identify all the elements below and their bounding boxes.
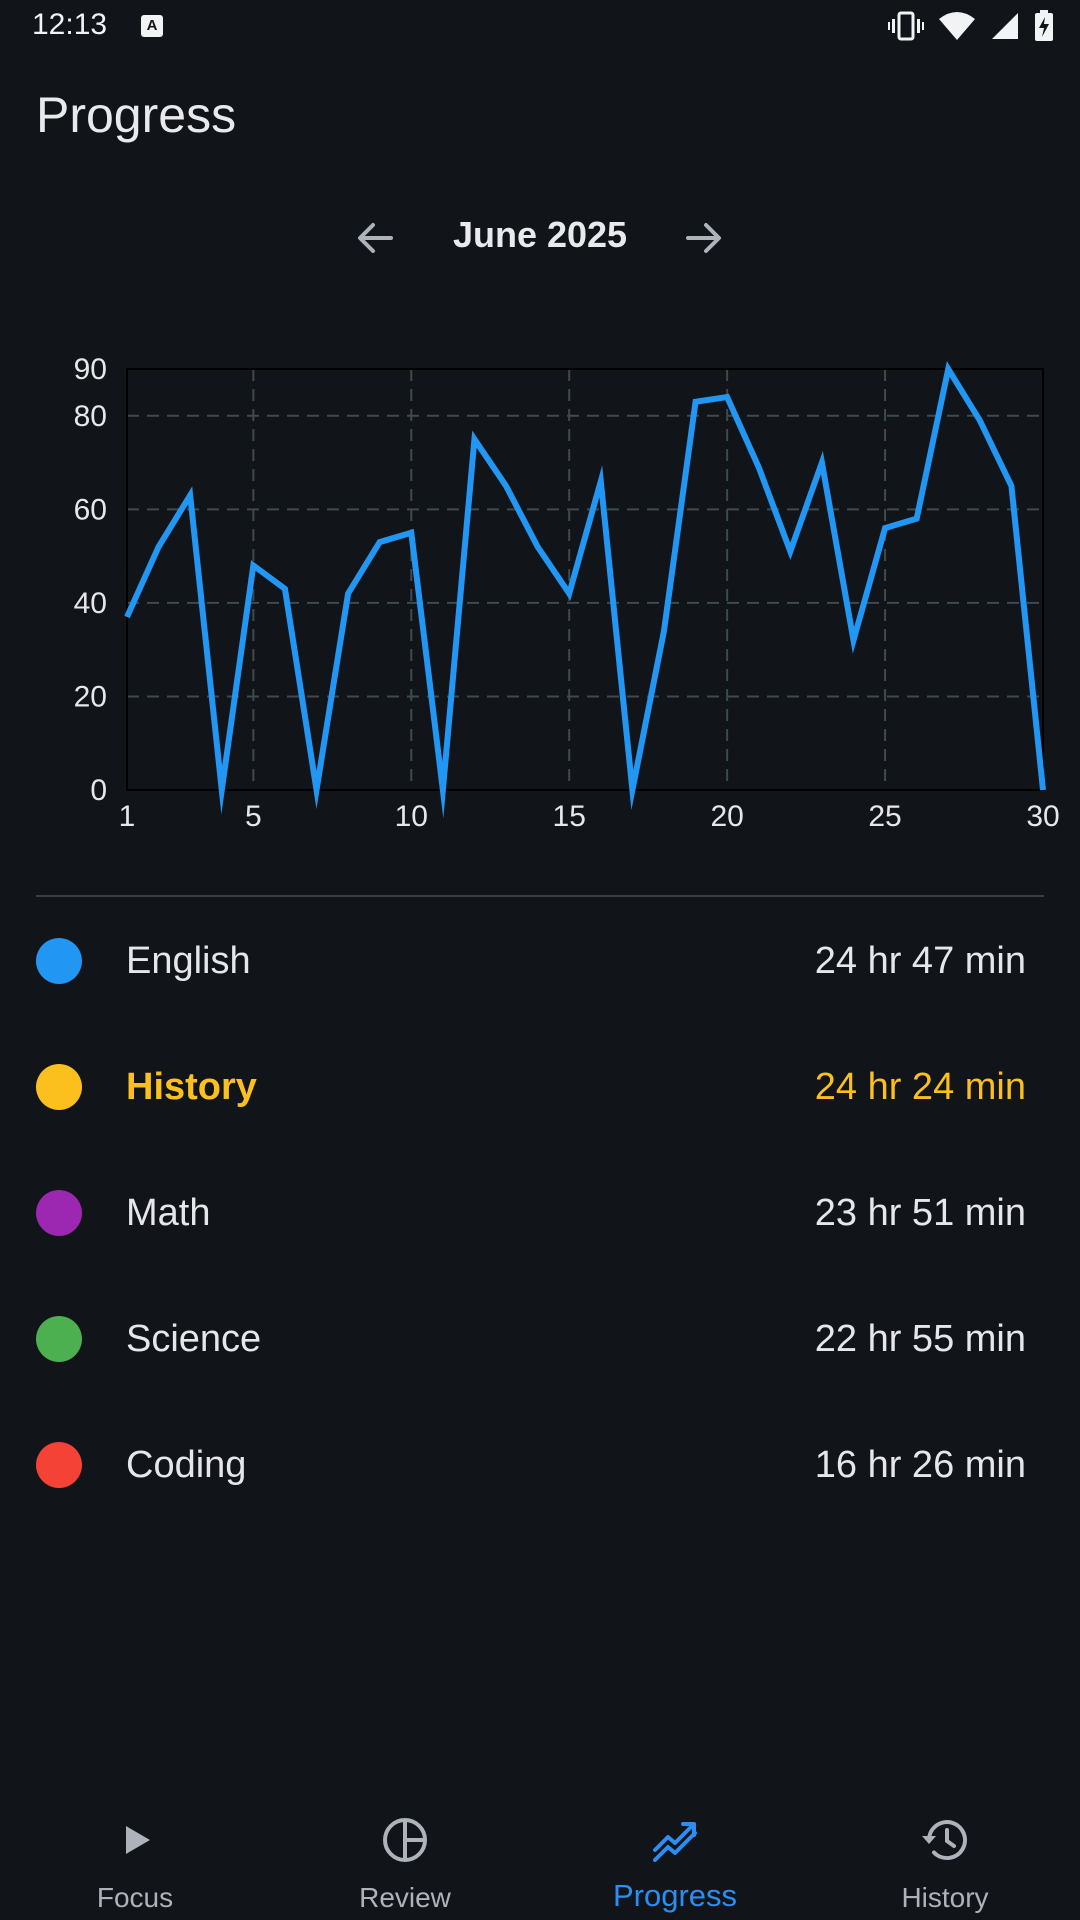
- subject-color-dot: [36, 1442, 82, 1488]
- subject-time: 23 hr 51 min: [814, 1192, 1026, 1234]
- x-tick-label: 5: [245, 800, 262, 833]
- subject-list: English 24 hr 47 min History 24 hr 24 mi…: [0, 898, 1080, 1528]
- month-navigator: June 2025: [0, 200, 1080, 270]
- divider: [36, 895, 1044, 897]
- x-tick-label: 30: [1026, 800, 1059, 833]
- nav-focus[interactable]: Focus: [0, 1780, 270, 1920]
- arrow-right-icon: [686, 223, 721, 253]
- bottom-navigation: Focus Review Progress History: [0, 1780, 1080, 1920]
- y-tick-label: 40: [74, 587, 107, 620]
- plot-frame: [126, 368, 1044, 791]
- vibrate-icon: [888, 11, 924, 41]
- signal-icon: [992, 13, 1018, 39]
- daily-progress-chart: 1 5 10 15 20 25 30 0 20 40 60 80 90: [0, 340, 1080, 840]
- play-icon: [126, 1826, 150, 1854]
- wifi-icon: [939, 12, 975, 40]
- x-tick-label: 1: [119, 800, 136, 833]
- subject-time: 24 hr 24 min: [814, 1066, 1026, 1108]
- subject-color-dot: [36, 1316, 82, 1362]
- nav-progress[interactable]: Progress: [540, 1780, 810, 1920]
- nav-history[interactable]: History: [810, 1780, 1080, 1920]
- y-tick-label: 20: [74, 680, 107, 713]
- x-tick-label: 10: [395, 800, 428, 833]
- subject-row-coding[interactable]: Coding 16 hr 26 min: [0, 1402, 1080, 1528]
- subject-name: History: [126, 1066, 257, 1108]
- x-tick-label: 25: [868, 800, 901, 833]
- history-icon: [922, 1820, 967, 1861]
- notification-icon: A: [141, 15, 163, 37]
- subject-row-science[interactable]: Science 22 hr 55 min: [0, 1276, 1080, 1402]
- x-tick-label: 20: [710, 800, 743, 833]
- status-icons: [888, 10, 1054, 42]
- subject-name: Math: [126, 1192, 211, 1234]
- subject-color-dot: [36, 1064, 82, 1110]
- subject-name: Science: [126, 1318, 262, 1360]
- subject-row-english[interactable]: English 24 hr 47 min: [0, 898, 1080, 1024]
- status-time: 12:13: [32, 8, 108, 41]
- x-tick-label: 15: [553, 800, 586, 833]
- subject-time: 22 hr 55 min: [814, 1318, 1026, 1360]
- y-tick-label: 0: [90, 774, 107, 807]
- series-line: [124, 361, 1046, 819]
- y-tick-label: 90: [74, 353, 107, 386]
- subject-color-dot: [36, 1190, 82, 1236]
- status-bar: 12:13 A: [0, 0, 1080, 56]
- battery-charging-icon: [1035, 10, 1053, 41]
- subject-time: 24 hr 47 min: [814, 940, 1026, 982]
- previous-month-button[interactable]: [345, 208, 405, 268]
- subject-time: 16 hr 26 min: [814, 1444, 1026, 1486]
- subject-row-history[interactable]: History 24 hr 24 min: [0, 1024, 1080, 1150]
- subject-color-dot: [36, 938, 82, 984]
- arrow-left-icon: [358, 223, 393, 253]
- month-label: June 2025: [452, 214, 628, 255]
- next-month-button[interactable]: [674, 208, 734, 268]
- nav-label: Focus: [96, 1882, 174, 1913]
- nav-label: Review: [359, 1882, 451, 1913]
- nav-label: History: [901, 1882, 989, 1913]
- pie-chart-icon: [383, 1818, 427, 1862]
- y-tick-label: 60: [74, 493, 107, 526]
- trending-up-icon: [653, 1822, 697, 1862]
- page-title: Progress: [36, 87, 237, 143]
- nav-review[interactable]: Review: [270, 1780, 540, 1920]
- subject-name: English: [126, 940, 251, 982]
- line-chart: 1 5 10 15 20 25 3002040608090: [74, 353, 1060, 833]
- y-tick-label: 80: [74, 400, 107, 433]
- subject-row-math[interactable]: Math 23 hr 51 min: [0, 1150, 1080, 1276]
- subject-name: Coding: [126, 1444, 247, 1486]
- nav-label: Progress: [612, 1878, 738, 1913]
